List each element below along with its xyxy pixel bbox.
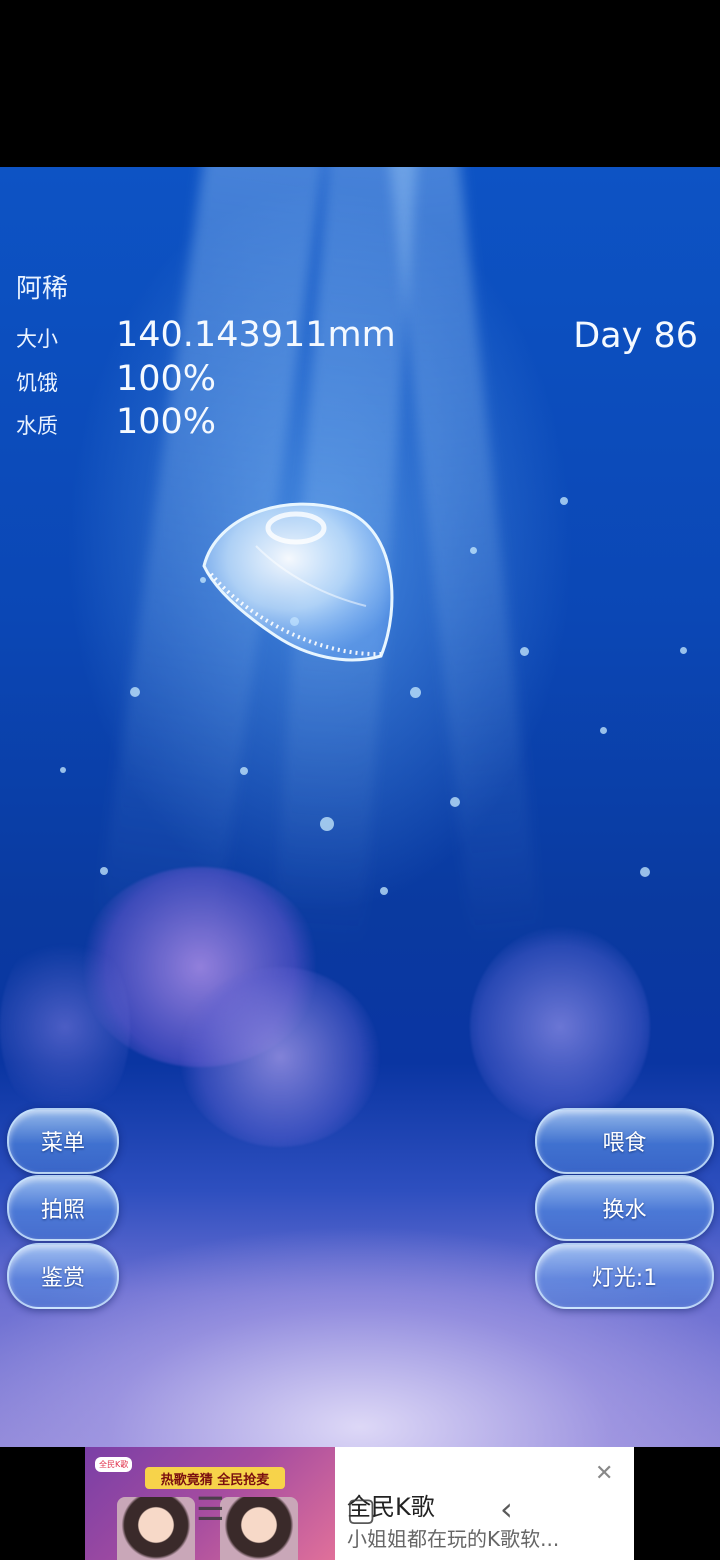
bubble (560, 497, 568, 505)
bubble (100, 867, 108, 875)
size-value: 140.143911mm (116, 315, 396, 355)
bubble (240, 767, 248, 775)
ad-photo (220, 1497, 298, 1560)
water-quality-label: 水质 (16, 414, 58, 438)
pet-name: 阿稀 (16, 274, 69, 304)
day-counter: Day 86 (573, 316, 698, 356)
photo-button[interactable]: 拍照 (7, 1175, 119, 1241)
bubble (680, 647, 687, 654)
bubble (640, 867, 650, 877)
bubble (60, 767, 66, 773)
hunger-value: 100% (116, 359, 217, 399)
bubble (450, 797, 460, 807)
bubble (470, 547, 477, 554)
feed-button[interactable]: 喂食 (535, 1108, 714, 1174)
bubble (600, 727, 607, 734)
menu-button[interactable]: 菜单 (7, 1108, 119, 1174)
status-bar-area (0, 0, 720, 167)
bubble (320, 817, 334, 831)
bubble (130, 687, 140, 697)
appreciate-button[interactable]: 鉴赏 (7, 1243, 119, 1309)
ad-photo (117, 1497, 195, 1560)
change-water-button[interactable]: 换水 (535, 1175, 714, 1241)
coral (0, 927, 130, 1127)
water-quality-value: 100% (116, 402, 217, 442)
home-icon[interactable]: ▢ (346, 1490, 376, 1528)
light-button[interactable]: 灯光:1 (535, 1243, 714, 1309)
back-icon[interactable]: ‹ (500, 1490, 513, 1528)
menu-icon[interactable]: ☰ (196, 1490, 225, 1528)
bubble (410, 687, 421, 698)
hunger-label: 饥饿 (16, 371, 58, 395)
light-ray (388, 167, 542, 949)
size-label: 大小 (16, 327, 58, 351)
coral (180, 967, 380, 1147)
ad-brand-tag: 全民K歌 (95, 1457, 133, 1472)
bubble (380, 887, 388, 895)
ad-slogan: 热歌竟猜 全民抢麦 (145, 1467, 285, 1489)
bubble (520, 647, 529, 656)
coral (470, 927, 650, 1127)
close-icon[interactable]: ✕ (595, 1461, 613, 1486)
jellyfish[interactable] (196, 496, 406, 676)
ad-subtitle: 小姐姐都在玩的K歌软... (347, 1527, 560, 1551)
